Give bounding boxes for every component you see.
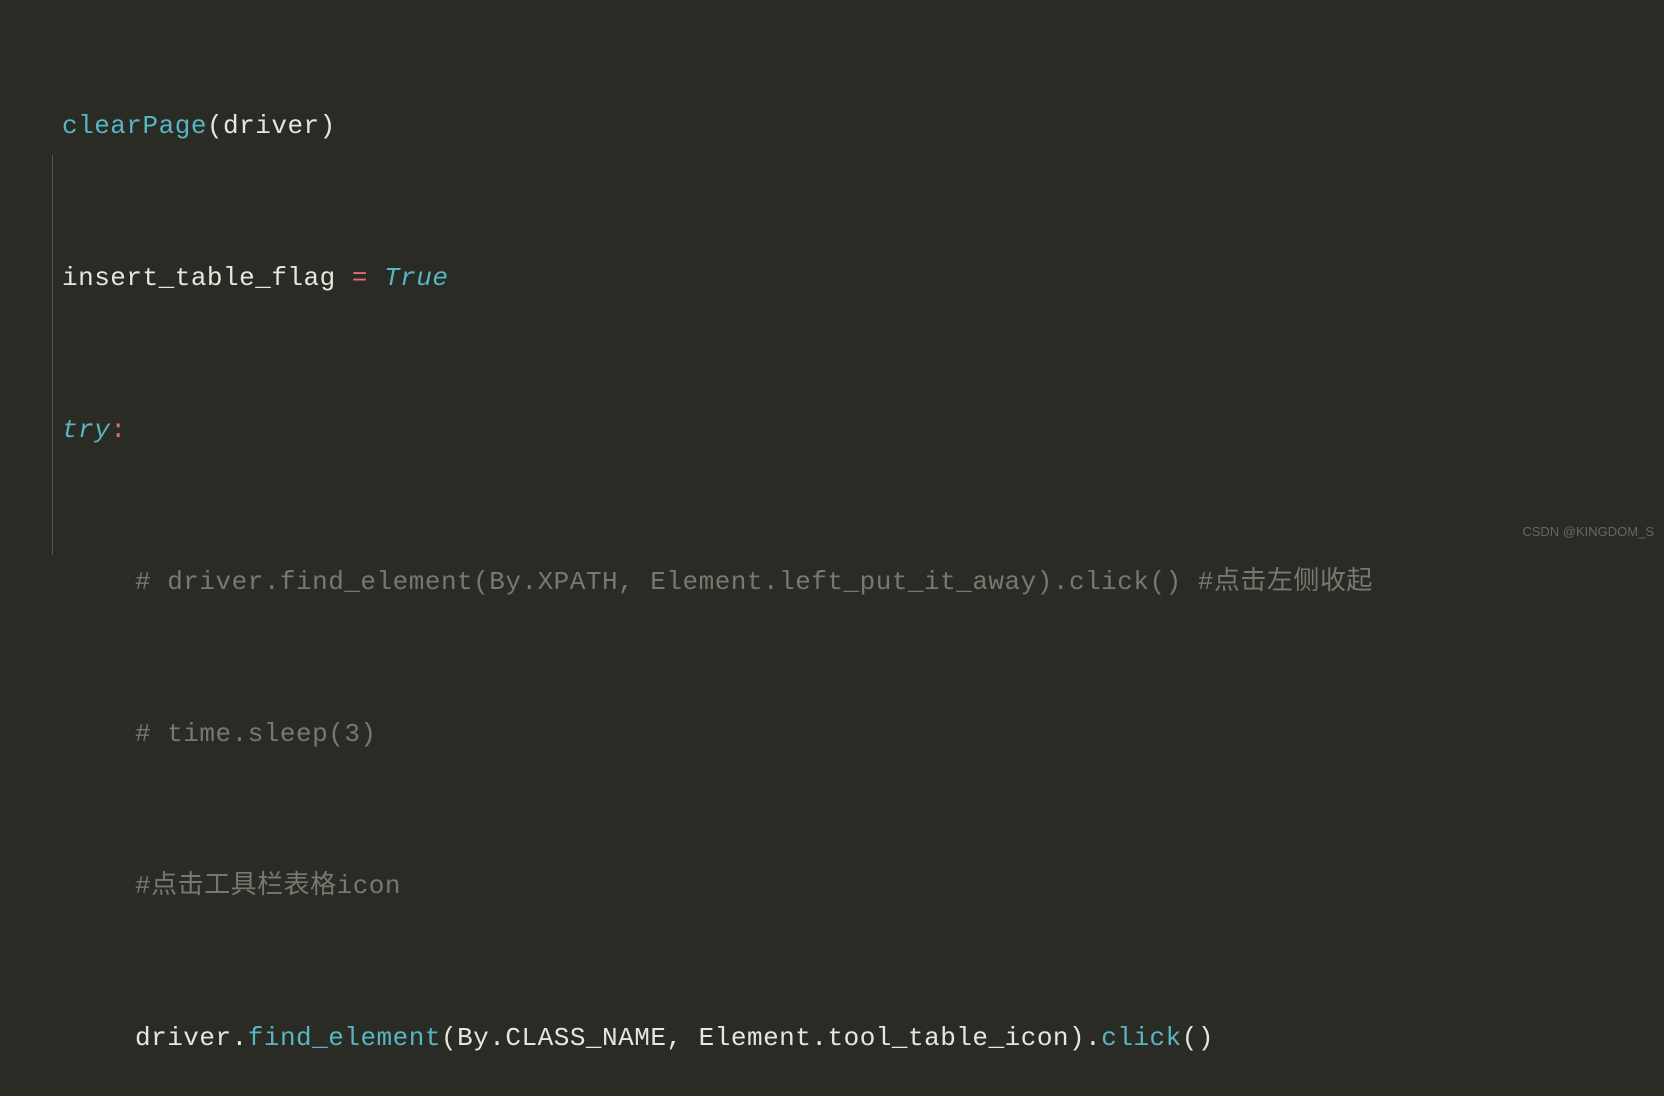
comment: # time.sleep(3) [135, 709, 377, 760]
paren-open: ( [1182, 1013, 1198, 1064]
identifier: CLASS_NAME [505, 1013, 666, 1064]
dot: . [1085, 1013, 1101, 1064]
code-line[interactable]: driver.find_element(By.CLASS_NAME, Eleme… [62, 1013, 1664, 1064]
paren-close: ) [1069, 1013, 1085, 1064]
code-line[interactable]: #点击工具栏表格icon [62, 861, 1664, 912]
code-editor[interactable]: clearPage(driver) insert_table_flag = Tr… [0, 0, 1664, 1096]
code-line[interactable]: try: [62, 405, 1664, 456]
comma: , [666, 1013, 698, 1064]
watermark: CSDN @KINGDOM_S [1522, 519, 1654, 544]
method-call: find_element [248, 1013, 441, 1064]
dot: . [232, 1013, 248, 1064]
identifier: driver [223, 101, 320, 152]
paren-open: ( [207, 101, 223, 152]
identifier: tool_table_icon [827, 1013, 1069, 1064]
dot: . [811, 1013, 827, 1064]
boolean-value: True [384, 253, 448, 304]
assign-operator: = [352, 253, 368, 304]
paren-close: ) [1198, 1013, 1214, 1064]
comment: #点击工具栏表格icon [135, 861, 401, 912]
code-line[interactable]: clearPage(driver) [62, 101, 1664, 152]
paren-open: ( [441, 1013, 457, 1064]
code-line[interactable]: insert_table_flag = True [62, 253, 1664, 304]
object: driver [135, 1013, 232, 1064]
function-call: clearPage [62, 101, 207, 152]
method-call: click [1101, 1013, 1182, 1064]
identifier: Element [699, 1013, 812, 1064]
paren-close: ) [320, 101, 336, 152]
code-line[interactable]: # driver.find_element(By.XPATH, Element.… [62, 557, 1664, 608]
space [336, 253, 352, 304]
colon: : [110, 405, 126, 456]
keyword-try: try [62, 405, 110, 456]
identifier: By [457, 1013, 489, 1064]
comment: # driver.find_element(By.XPATH, Element.… [135, 557, 1373, 608]
variable: insert_table_flag [62, 253, 336, 304]
space [368, 253, 384, 304]
code-line[interactable]: # time.sleep(3) [62, 709, 1664, 760]
dot: . [489, 1013, 505, 1064]
